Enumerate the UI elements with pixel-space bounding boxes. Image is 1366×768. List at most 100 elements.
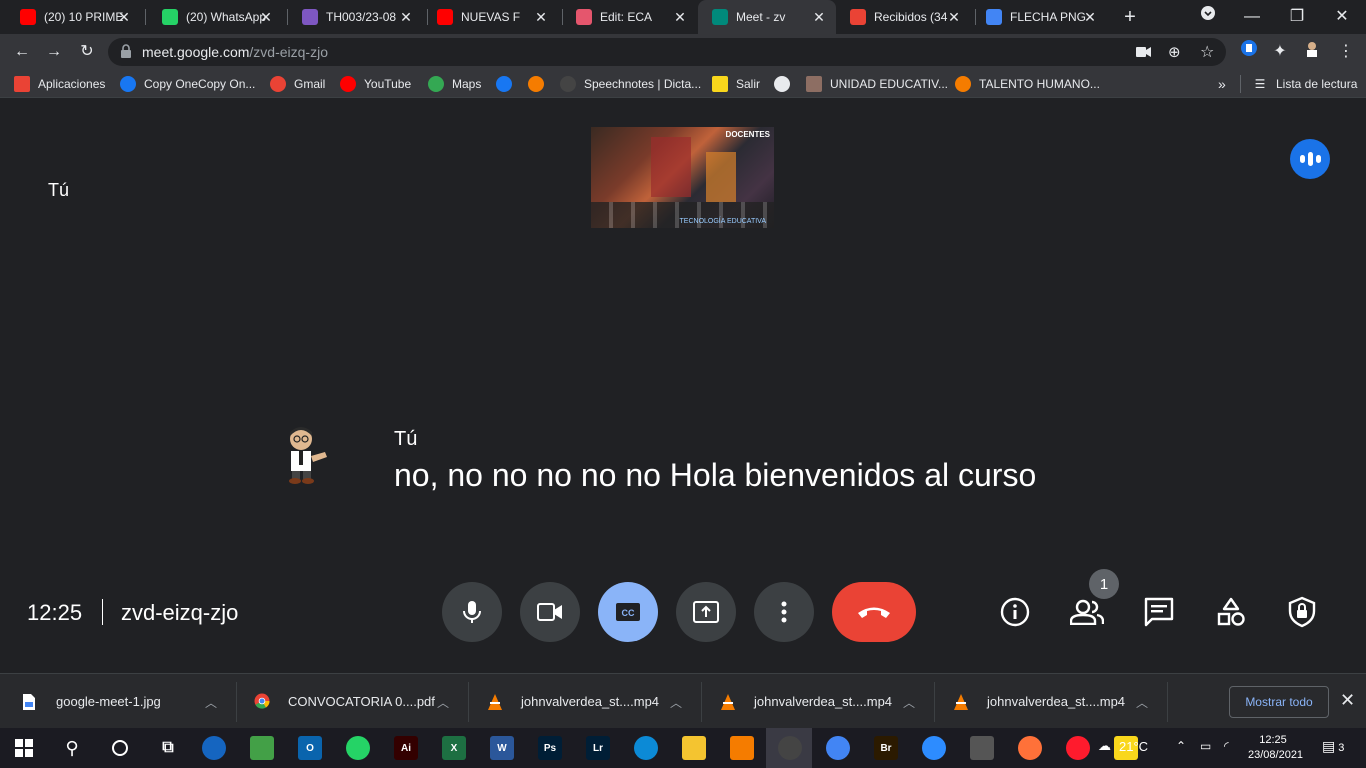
firefox-dev-icon[interactable]: [202, 736, 226, 760]
bookmark-8[interactable]: Salir: [712, 75, 760, 93]
download-options-icon[interactable]: ︿: [1136, 694, 1148, 711]
address-bar[interactable]: meet.google.com/zvd-eizq-zjo ⊕ ☆: [108, 38, 1226, 66]
download-item[interactable]: johnvalverdea_st....mp4 ︿: [720, 674, 920, 729]
tab-2[interactable]: TH003/23-08 ✕: [288, 0, 423, 34]
more-options-button[interactable]: [754, 582, 814, 642]
bookmark-9[interactable]: [774, 75, 798, 93]
battery-icon[interactable]: ▭: [1200, 739, 1211, 753]
firefox-icon[interactable]: [1018, 736, 1042, 760]
close-tab-icon[interactable]: ✕: [117, 10, 131, 24]
notification-center[interactable]: ▤ 3: [1322, 738, 1344, 755]
tab-4[interactable]: Edit: ECA ✕: [562, 0, 697, 34]
bookmark-3[interactable]: YouTube: [340, 75, 411, 93]
reading-list-button[interactable]: ☰ Lista de lectura: [1252, 75, 1358, 93]
bookmark-11[interactable]: TALENTO HUMANO...: [955, 75, 1100, 93]
chat-button[interactable]: [1141, 594, 1177, 630]
vlc-icon[interactable]: [730, 736, 754, 760]
tab-0[interactable]: (20) 10 PRIME ✕: [6, 0, 141, 34]
presentation-thumbnail[interactable]: DOCENTES TECNOLOGÍA EDUCATIVA: [591, 127, 774, 228]
opera-icon[interactable]: [1066, 736, 1090, 760]
bookmark-star-icon[interactable]: ☆: [1200, 42, 1214, 62]
bookmark-5[interactable]: [496, 75, 520, 93]
tab-search-icon[interactable]: [1196, 5, 1220, 29]
download-item[interactable]: google-meet-1.jpg ︿: [22, 674, 222, 729]
bookmark-7[interactable]: Speechnotes | Dicta...: [560, 75, 701, 93]
weather-widget[interactable]: ☁ 21°C: [1098, 738, 1148, 754]
forward-icon[interactable]: →: [42, 40, 66, 64]
new-tab-button[interactable]: +: [1118, 5, 1142, 29]
reload-icon[interactable]: ↻: [75, 40, 99, 64]
close-shelf-icon[interactable]: ✕: [1340, 690, 1355, 711]
back-icon[interactable]: ←: [10, 40, 34, 64]
show-all-downloads-button[interactable]: Mostrar todo: [1229, 686, 1329, 718]
close-tab-icon[interactable]: ✕: [812, 10, 826, 24]
camera-button[interactable]: [520, 582, 580, 642]
download-options-icon[interactable]: ︿: [437, 694, 449, 711]
svg-text:CC: CC: [622, 608, 635, 618]
excel-icon[interactable]: X: [442, 736, 466, 760]
extension-badge-icon[interactable]: [1237, 40, 1261, 64]
tab-3[interactable]: NUEVAS F ✕: [423, 0, 558, 34]
task-view-icon[interactable]: ⧉: [156, 736, 180, 760]
illustrator-icon[interactable]: Ai: [394, 736, 418, 760]
close-tab-icon[interactable]: ✕: [259, 10, 273, 24]
bookmark-1[interactable]: Copy OneCopy On...: [120, 75, 255, 93]
bookmark-0[interactable]: Aplicaciones: [14, 75, 105, 93]
camera-indicator-icon[interactable]: [1136, 45, 1152, 64]
close-tab-icon[interactable]: ✕: [947, 10, 961, 24]
obs-icon[interactable]: [778, 736, 802, 760]
explorer-icon[interactable]: [682, 736, 706, 760]
bookmark-10[interactable]: UNIDAD EDUCATIV...: [806, 75, 948, 93]
tray-chevron-icon[interactable]: ⌃: [1176, 739, 1186, 753]
windows-start-icon[interactable]: [12, 736, 36, 760]
menu-kebab-icon[interactable]: ⋮: [1334, 40, 1358, 64]
search-icon[interactable]: ⚲: [60, 736, 84, 760]
whatsapp-icon[interactable]: [346, 736, 370, 760]
zoom-icon[interactable]: [922, 736, 946, 760]
photoshop-icon[interactable]: Ps: [538, 736, 562, 760]
lightroom-icon[interactable]: Lr: [586, 736, 610, 760]
word-icon[interactable]: W: [490, 736, 514, 760]
tab-5[interactable]: Meet - zv ✕: [698, 0, 836, 34]
calculator-icon[interactable]: [970, 736, 994, 760]
close-tab-icon[interactable]: ✕: [1083, 10, 1097, 24]
zoom-icon[interactable]: ⊕: [1168, 43, 1181, 61]
bridge-icon[interactable]: Br: [874, 736, 898, 760]
bookmark-2[interactable]: Gmail: [270, 75, 325, 93]
bookmark-4[interactable]: Maps: [428, 75, 481, 93]
captions-button[interactable]: CC: [598, 582, 658, 642]
download-options-icon[interactable]: ︿: [670, 694, 682, 711]
close-tab-icon[interactable]: ✕: [399, 10, 413, 24]
bluestacks-icon[interactable]: [250, 736, 274, 760]
tab-7[interactable]: FLECHA PNG ✕: [972, 0, 1107, 34]
download-options-icon[interactable]: ︿: [903, 694, 915, 711]
profile-avatar-icon[interactable]: [1300, 40, 1324, 64]
cortana-icon[interactable]: [108, 736, 132, 760]
activities-button[interactable]: [1213, 594, 1249, 630]
close-tab-icon[interactable]: ✕: [673, 10, 687, 24]
download-item[interactable]: johnvalverdea_st....mp4 ︿: [487, 674, 687, 729]
tab-6[interactable]: Recibidos (34 ✕: [836, 0, 971, 34]
microphone-button[interactable]: [442, 582, 502, 642]
present-screen-button[interactable]: [676, 582, 736, 642]
minimize-icon[interactable]: —: [1240, 5, 1264, 29]
outlook-icon[interactable]: O: [298, 736, 322, 760]
edge-icon[interactable]: [634, 736, 658, 760]
close-tab-icon[interactable]: ✕: [534, 10, 548, 24]
host-controls-button[interactable]: [1284, 594, 1320, 630]
system-clock[interactable]: 12:25 23/08/2021: [1248, 733, 1303, 763]
tab-1[interactable]: (20) WhatsApp ✕: [148, 0, 283, 34]
wifi-icon[interactable]: ◜: [1224, 739, 1229, 753]
bookmark-6[interactable]: [528, 75, 552, 93]
people-button[interactable]: [1069, 594, 1105, 630]
download-item[interactable]: johnvalverdea_st....mp4 ︿: [953, 674, 1153, 729]
extensions-puzzle-icon[interactable]: ✦: [1268, 40, 1292, 64]
restore-icon[interactable]: ❐: [1285, 5, 1309, 29]
download-options-icon[interactable]: ︿: [205, 694, 217, 711]
close-window-icon[interactable]: ✕: [1330, 5, 1354, 29]
download-item[interactable]: CONVOCATORIA 0....pdf ︿: [254, 674, 454, 729]
more-bookmarks-icon[interactable]: »: [1218, 75, 1226, 93]
leave-call-button[interactable]: [832, 582, 916, 642]
chrome-icon[interactable]: [826, 736, 850, 760]
meeting-details-button[interactable]: [997, 594, 1033, 630]
